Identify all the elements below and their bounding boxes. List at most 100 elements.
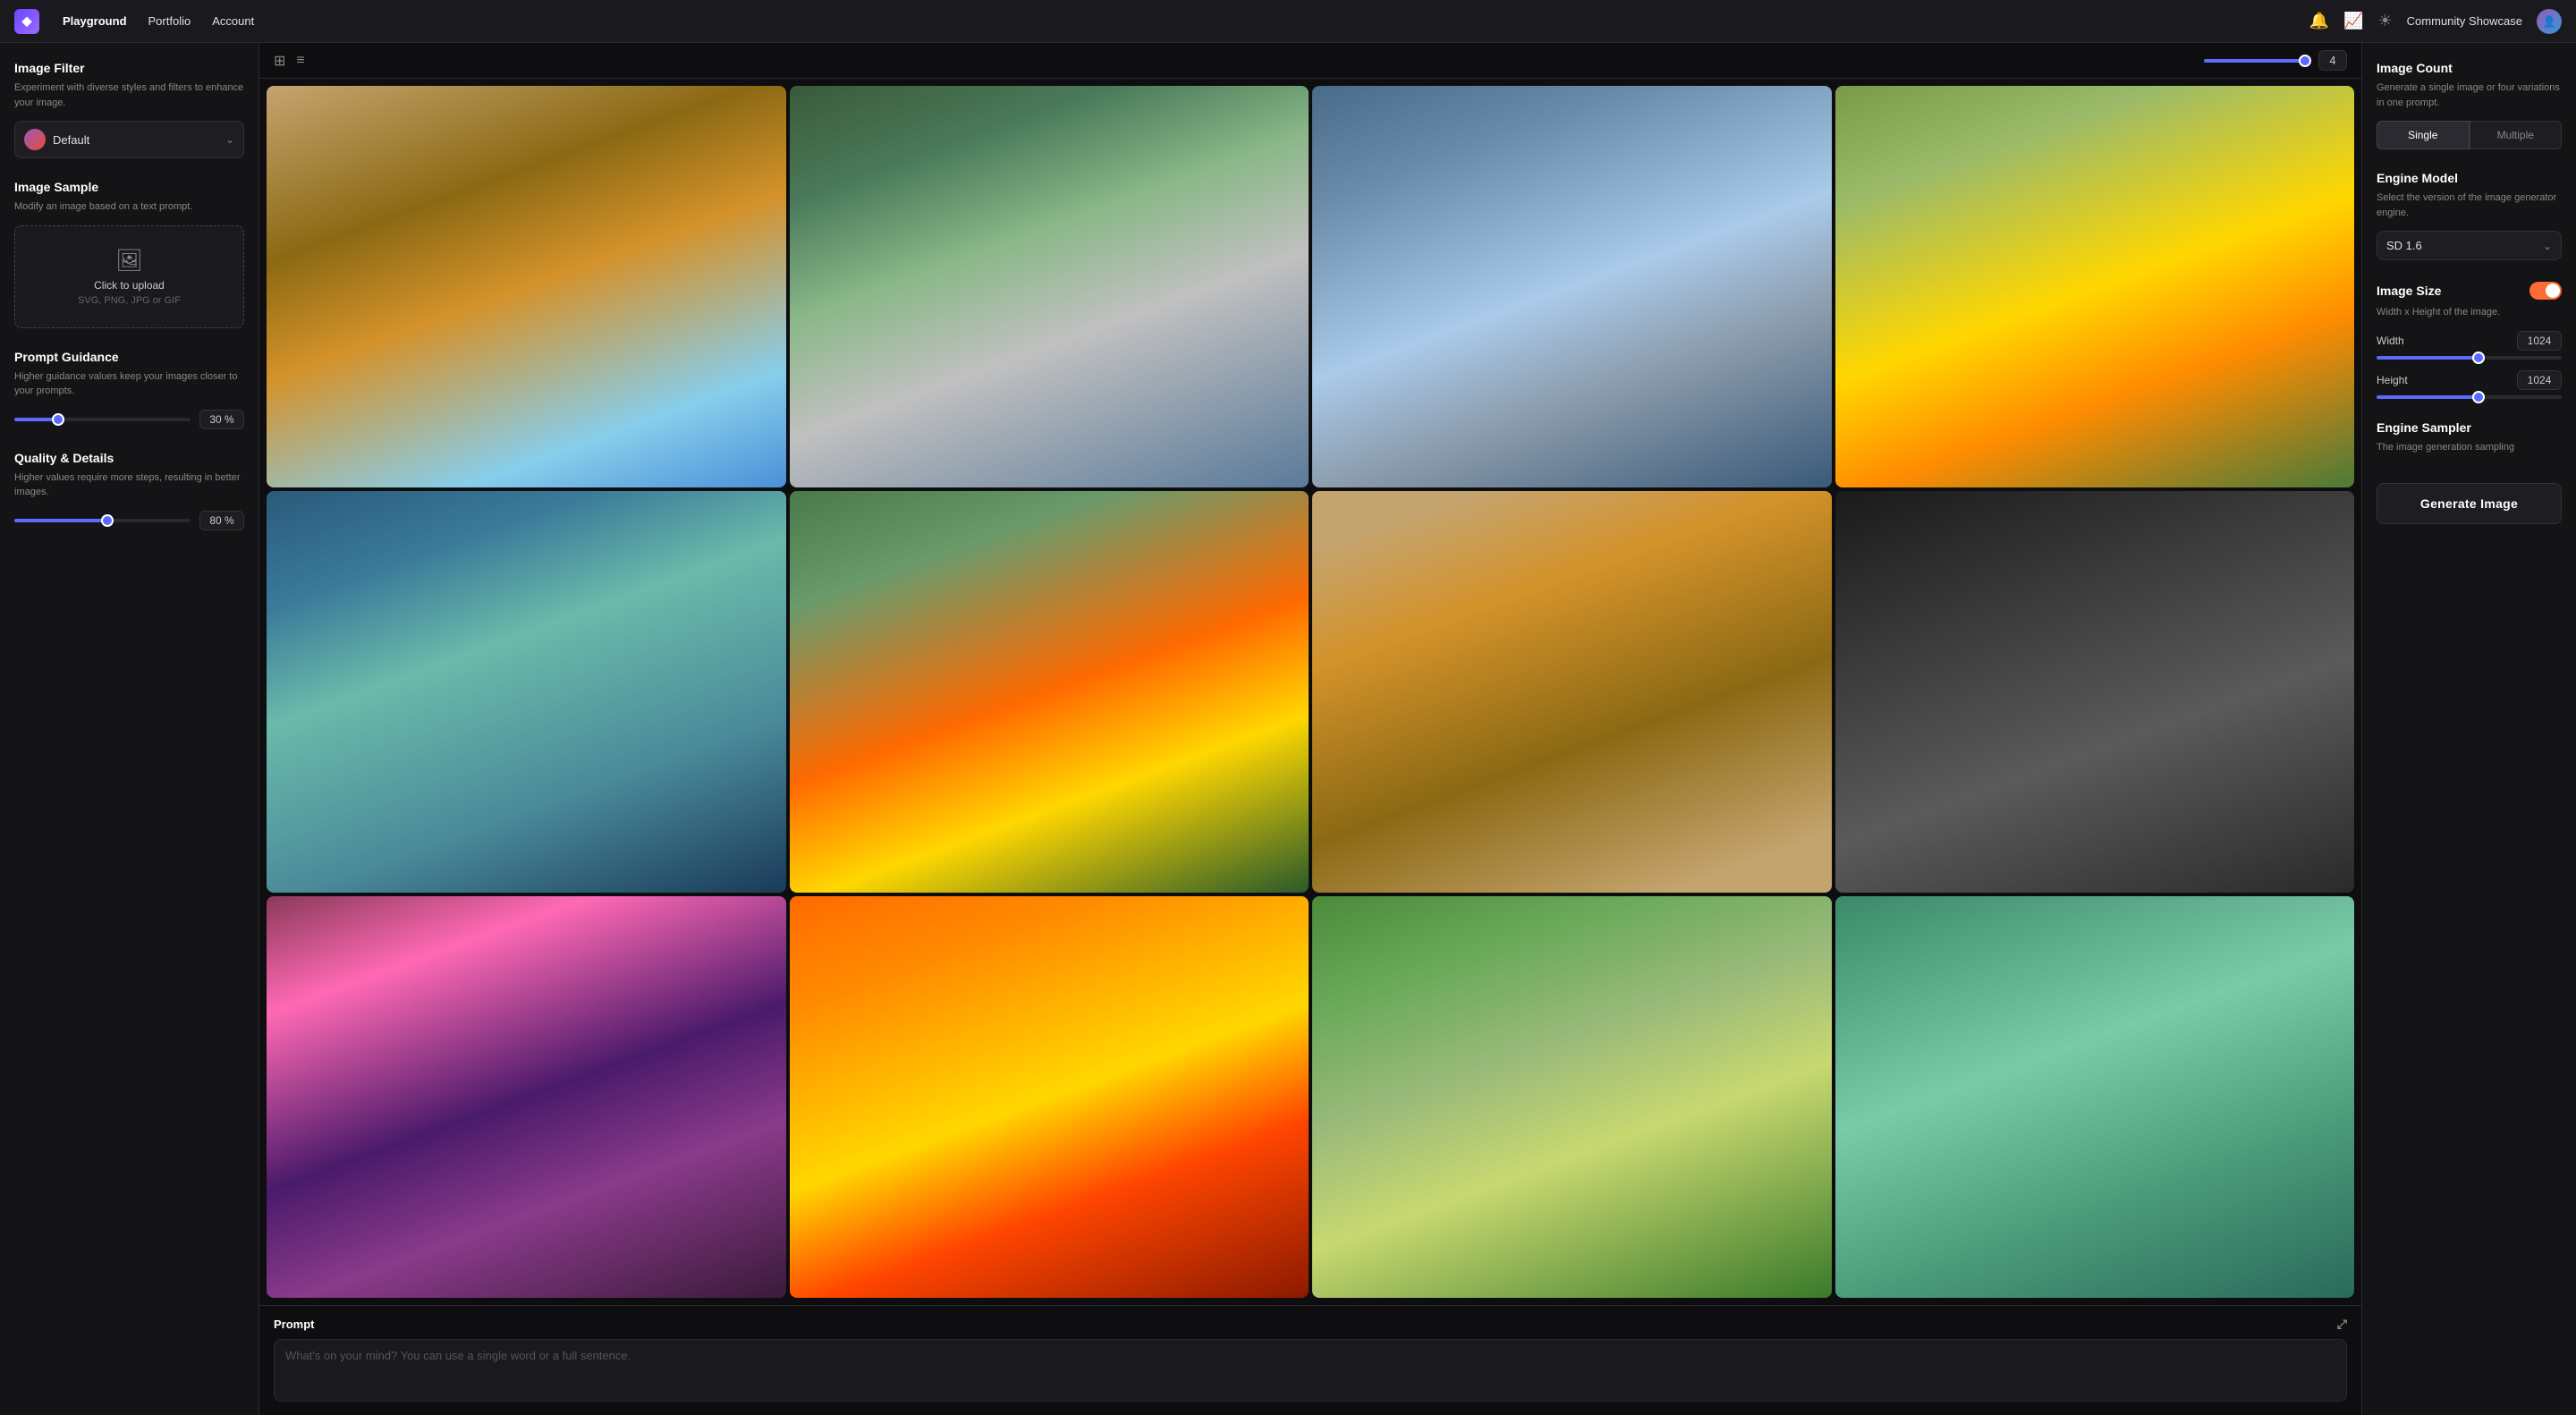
image-count-title: Image Count bbox=[2377, 61, 2562, 75]
quality-details-value: 80 % bbox=[199, 511, 244, 530]
count-slider-fill bbox=[2204, 59, 2311, 63]
prompt-guidance-title: Prompt Guidance bbox=[14, 350, 244, 364]
upload-hint: SVG, PNG, JPG or GIF bbox=[30, 295, 229, 306]
width-row: Width 1024 bbox=[2377, 331, 2562, 360]
quality-details-thumb[interactable] bbox=[101, 514, 114, 527]
nav-icons: 🔔 📈 ☀ Community Showcase 👤 bbox=[2309, 9, 2562, 34]
image-filter-desc: Experiment with diverse styles and filte… bbox=[14, 80, 244, 110]
quality-details-title: Quality & Details bbox=[14, 451, 244, 465]
image-cell-12[interactable] bbox=[1835, 896, 2355, 1298]
image-cell-11[interactable] bbox=[1312, 896, 1832, 1298]
engine-chevron-icon: ⌄ bbox=[2543, 240, 2552, 252]
image-size-desc: Width x Height of the image. bbox=[2377, 305, 2562, 320]
single-button[interactable]: Single bbox=[2377, 121, 2470, 149]
image-size-section: Image Size Width x Height of the image. … bbox=[2377, 282, 2562, 399]
image-sample-title: Image Sample bbox=[14, 180, 244, 194]
image-grid bbox=[259, 79, 2361, 1305]
width-slider-fill bbox=[2377, 356, 2479, 360]
quality-details-slider[interactable] bbox=[14, 519, 191, 522]
activity-icon[interactable]: 📈 bbox=[2343, 12, 2363, 30]
nav-account[interactable]: Account bbox=[210, 11, 256, 31]
height-label: Height bbox=[2377, 374, 2408, 386]
height-row: Height 1024 bbox=[2377, 370, 2562, 399]
prompt-guidance-desc: Higher guidance values keep your images … bbox=[14, 369, 244, 399]
nav-links: Playground Portfolio Account bbox=[61, 11, 256, 31]
image-cell-6[interactable] bbox=[790, 491, 1309, 893]
engine-model-title: Engine Model bbox=[2377, 171, 2562, 185]
count-slider-thumb[interactable] bbox=[2299, 55, 2311, 67]
width-slider[interactable] bbox=[2377, 356, 2562, 360]
generate-button[interactable]: Generate Image bbox=[2377, 483, 2562, 524]
image-cell-8[interactable] bbox=[1835, 491, 2355, 893]
toggle-knob bbox=[2546, 284, 2560, 298]
community-label: Community Showcase bbox=[2407, 14, 2522, 28]
engine-sampler-title: Engine Sampler bbox=[2377, 420, 2562, 435]
image-count-value: 4 bbox=[2318, 50, 2347, 71]
engine-model-desc: Select the version of the image generato… bbox=[2377, 191, 2562, 220]
image-cell-5[interactable] bbox=[267, 491, 786, 893]
grid-view-icon[interactable]: ⊞ bbox=[274, 52, 285, 70]
image-cell-7[interactable] bbox=[1312, 491, 1832, 893]
upload-icon: 🖼 bbox=[30, 248, 229, 274]
engine-model-select[interactable]: SD 1.6 ⌄ bbox=[2377, 231, 2562, 260]
upload-area[interactable]: 🖼 Click to upload SVG, PNG, JPG or GIF bbox=[14, 225, 244, 328]
image-count-toggle: Single Multiple bbox=[2377, 121, 2562, 149]
width-label-row: Width 1024 bbox=[2377, 331, 2562, 351]
engine-select-label: SD 1.6 bbox=[2386, 239, 2422, 252]
logo-icon[interactable]: ◆ bbox=[14, 9, 39, 34]
engine-sampler-section: Engine Sampler The image generation samp… bbox=[2377, 420, 2562, 455]
filter-avatar bbox=[24, 129, 46, 150]
image-cell-2[interactable] bbox=[790, 86, 1309, 487]
engine-model-section: Engine Model Select the version of the i… bbox=[2377, 171, 2562, 260]
upload-label: Click to upload bbox=[30, 279, 229, 292]
engine-sampler-desc: The image generation sampling bbox=[2377, 440, 2562, 455]
main-layout: Image Filter Experiment with diverse sty… bbox=[0, 43, 2576, 1415]
list-view-icon[interactable]: ≡ bbox=[296, 53, 304, 69]
prompt-input[interactable] bbox=[274, 1339, 2347, 1402]
bell-icon[interactable]: 🔔 bbox=[2309, 12, 2329, 30]
quality-details-section: Quality & Details Higher values require … bbox=[14, 451, 244, 530]
height-slider[interactable] bbox=[2377, 395, 2562, 399]
prompt-label-row: Prompt ⤢ bbox=[274, 1317, 2347, 1332]
prompt-guidance-section: Prompt Guidance Higher guidance values k… bbox=[14, 350, 244, 429]
filter-select[interactable]: Default ⌄ bbox=[14, 121, 244, 158]
image-size-title: Image Size bbox=[2377, 284, 2441, 298]
width-slider-thumb[interactable] bbox=[2472, 352, 2485, 364]
prompt-label-text: Prompt bbox=[274, 1318, 315, 1331]
image-size-toggle[interactable] bbox=[2529, 282, 2562, 300]
multiple-button[interactable]: Multiple bbox=[2470, 121, 2563, 149]
count-slider-row: 4 bbox=[2204, 50, 2347, 71]
prompt-guidance-slider-row: 30 % bbox=[14, 410, 244, 429]
center-content: ⊞ ≡ 4 bbox=[259, 43, 2361, 1415]
height-slider-fill bbox=[2377, 395, 2479, 399]
chevron-down-icon: ⌄ bbox=[225, 133, 234, 146]
prompt-expand-icon[interactable]: ⤢ bbox=[2337, 1317, 2347, 1332]
sun-icon[interactable]: ☀ bbox=[2378, 12, 2393, 30]
image-cell-1[interactable] bbox=[267, 86, 786, 487]
filter-select-label: Default bbox=[53, 133, 218, 147]
image-cell-4[interactable] bbox=[1835, 86, 2355, 487]
left-sidebar: Image Filter Experiment with diverse sty… bbox=[0, 43, 259, 1415]
nav-playground[interactable]: Playground bbox=[61, 11, 129, 31]
prompt-guidance-value: 30 % bbox=[199, 410, 244, 429]
quality-details-fill bbox=[14, 519, 107, 522]
user-avatar[interactable]: 👤 bbox=[2537, 9, 2562, 34]
height-slider-thumb[interactable] bbox=[2472, 391, 2485, 403]
prompt-guidance-thumb[interactable] bbox=[52, 413, 64, 426]
image-count-desc: Generate a single image or four variatio… bbox=[2377, 80, 2562, 110]
prompt-area: Prompt ⤢ bbox=[259, 1305, 2361, 1415]
quality-details-slider-row: 80 % bbox=[14, 511, 244, 530]
nav-portfolio[interactable]: Portfolio bbox=[147, 11, 193, 31]
image-sample-section: Image Sample Modify an image based on a … bbox=[14, 180, 244, 328]
image-filter-section: Image Filter Experiment with diverse sty… bbox=[14, 61, 244, 158]
right-sidebar: Image Count Generate a single image or f… bbox=[2361, 43, 2576, 1415]
height-value: 1024 bbox=[2517, 370, 2562, 390]
count-slider[interactable] bbox=[2204, 59, 2311, 63]
quality-details-desc: Higher values require more steps, result… bbox=[14, 470, 244, 500]
image-cell-9[interactable] bbox=[267, 896, 786, 1298]
height-label-row: Height 1024 bbox=[2377, 370, 2562, 390]
prompt-guidance-slider[interactable] bbox=[14, 418, 191, 421]
image-sample-desc: Modify an image based on a text prompt. bbox=[14, 199, 244, 215]
image-cell-3[interactable] bbox=[1312, 86, 1832, 487]
image-cell-10[interactable] bbox=[790, 896, 1309, 1298]
